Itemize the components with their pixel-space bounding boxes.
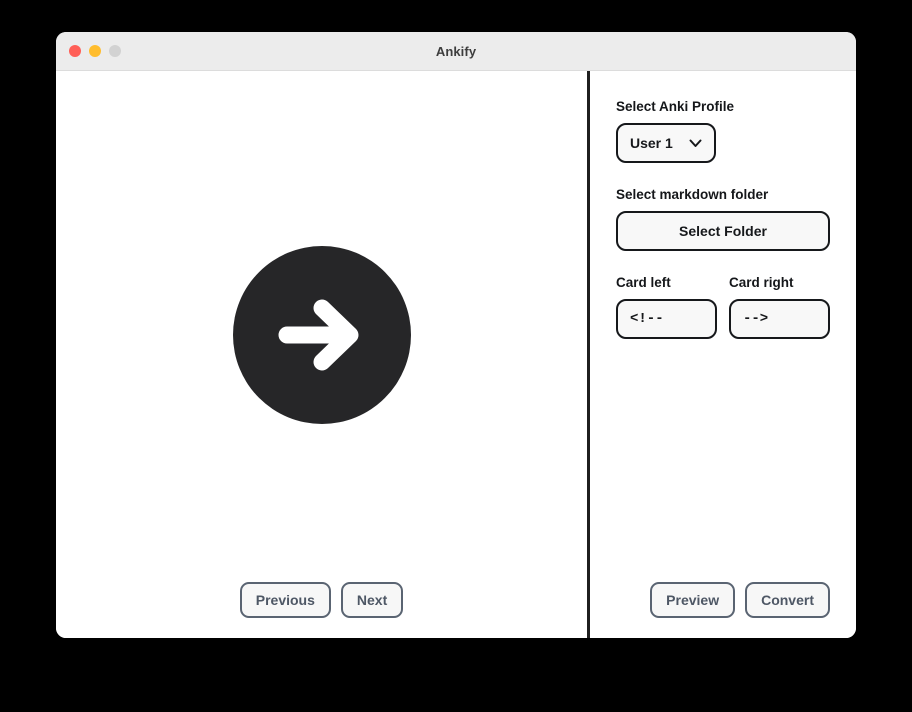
- anki-profile-select[interactable]: User 1: [616, 123, 716, 163]
- card-preview-area: [56, 71, 587, 638]
- settings-actions: Preview Convert: [650, 582, 830, 618]
- window-content: Previous Next Select Anki Profile User 1: [56, 71, 856, 638]
- card-left-input[interactable]: [616, 299, 717, 339]
- close-window-button[interactable]: [69, 45, 81, 57]
- card-delimiter-fields: Card left Card right: [616, 275, 830, 339]
- anki-profile-value: User 1: [630, 135, 673, 151]
- anki-profile-label: Select Anki Profile: [616, 99, 735, 114]
- anki-profile-field: Select Anki Profile User 1: [616, 99, 830, 163]
- next-button[interactable]: Next: [340, 582, 404, 618]
- preview-pane: Previous Next: [56, 71, 590, 638]
- window-titlebar: Ankify: [56, 32, 856, 71]
- chevron-down-icon: [689, 135, 702, 151]
- markdown-folder-label: Select markdown folder: [616, 187, 769, 202]
- arrow-right-circle-icon: [232, 245, 411, 424]
- card-left-label: Card left: [616, 275, 671, 290]
- maximize-window-button[interactable]: [109, 45, 121, 57]
- card-right-input[interactable]: [729, 299, 830, 339]
- card-right-field: Card right: [729, 275, 830, 339]
- traffic-light-group: [69, 32, 121, 70]
- card-right-label: Card right: [729, 275, 794, 290]
- preview-button[interactable]: Preview: [650, 582, 736, 618]
- convert-button[interactable]: Convert: [745, 582, 830, 618]
- previous-button[interactable]: Previous: [239, 582, 331, 618]
- app-window: Ankify Previous Next Select Anki Profile…: [56, 32, 856, 638]
- minimize-window-button[interactable]: [89, 45, 101, 57]
- preview-navigation: Previous Next: [56, 582, 587, 618]
- card-left-field: Card left: [616, 275, 717, 339]
- select-folder-button[interactable]: Select Folder: [616, 211, 830, 251]
- markdown-folder-field: Select markdown folder Select Folder: [616, 187, 830, 251]
- settings-pane: Select Anki Profile User 1 Select markdo…: [590, 71, 856, 638]
- window-title: Ankify: [435, 43, 477, 59]
